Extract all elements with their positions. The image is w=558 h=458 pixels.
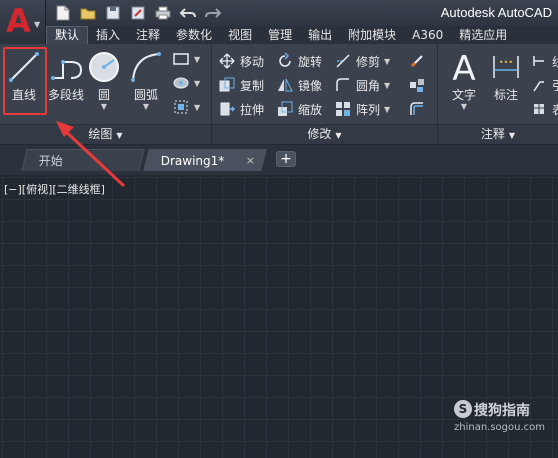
watermark-url: zhinan.sogou.com [454, 422, 546, 433]
sogou-logo-icon: S [454, 400, 472, 418]
red-arrow-annotation [56, 121, 126, 188]
watermark: S 搜狗指南 zhinan.sogou.com [454, 400, 554, 440]
watermark-text: 搜狗指南 [474, 403, 530, 419]
